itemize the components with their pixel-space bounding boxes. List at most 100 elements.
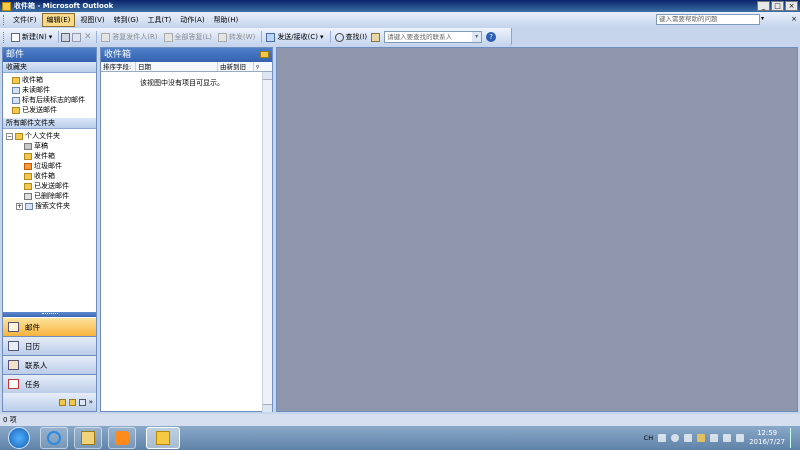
- maximize-icon[interactable]: □: [771, 1, 784, 11]
- find-contact-input[interactable]: 请键入要查找的联系人 ▾: [384, 31, 483, 43]
- clock-time: 12:59: [756, 429, 778, 437]
- taskbar-ie[interactable]: [40, 427, 68, 449]
- find-button-label: 查找(I): [345, 33, 368, 41]
- taskbar-explorer[interactable]: [74, 427, 102, 449]
- scroll-up-icon[interactable]: [263, 72, 272, 80]
- favorite-unread[interactable]: 未读邮件: [12, 85, 96, 95]
- folder-search[interactable]: + 搜索文件夹: [6, 201, 96, 211]
- sort-order-column[interactable]: 由新到旧: [218, 62, 254, 71]
- favorite-sent[interactable]: 已发送邮件: [12, 105, 96, 115]
- help-dropdown-icon[interactable]: ▾: [761, 15, 764, 22]
- title-bar: 收件箱 - Microsoft Outlook _ □ ×: [0, 0, 800, 12]
- taskbar-media-player[interactable]: [108, 427, 136, 449]
- folder-personal[interactable]: − 个人文件夹: [6, 131, 96, 141]
- status-bar: 0 项: [0, 414, 800, 426]
- deleted-folder-icon: [24, 192, 32, 200]
- folder-sent[interactable]: 已发送邮件: [6, 181, 96, 191]
- window-title: 收件箱 - Microsoft Outlook: [14, 2, 114, 10]
- delete-icon[interactable]: ✕: [83, 32, 92, 42]
- move-to-folder-icon[interactable]: [72, 32, 82, 42]
- folder-outbox[interactable]: 发件箱: [6, 151, 96, 161]
- inbox-header: 收件箱: [101, 48, 272, 62]
- menu-actions[interactable]: 动作(A): [176, 14, 208, 26]
- list-scrollbar[interactable]: [262, 72, 272, 412]
- filter-icon[interactable]: ▿: [254, 62, 264, 71]
- nav-calendar-button[interactable]: 日历: [3, 337, 96, 356]
- send-receive-button[interactable]: 发送/接收(C) ▾: [264, 30, 325, 44]
- notes-icon[interactable]: [58, 398, 66, 406]
- sent-folder-icon: [12, 106, 20, 114]
- window-controls: _ □ ×: [757, 1, 798, 11]
- show-desktop-button[interactable]: [790, 428, 796, 448]
- new-dropdown-icon[interactable]: ▾: [49, 33, 53, 41]
- menu-grip[interactable]: [3, 15, 6, 25]
- network-icon[interactable]: [723, 434, 732, 442]
- nav-mail-button[interactable]: 邮件: [3, 318, 96, 337]
- close-icon[interactable]: ×: [785, 1, 798, 11]
- forward-button[interactable]: 转发(W): [216, 30, 257, 44]
- windows-taskbar: CH 12:59 2016/7/27: [0, 426, 800, 450]
- favorite-inbox[interactable]: 收件箱: [12, 75, 96, 85]
- menu-help[interactable]: 帮助(H): [210, 14, 243, 26]
- new-button-label: 新建(N): [22, 33, 47, 41]
- nav-tasks-button[interactable]: 任务: [3, 375, 96, 394]
- minimize-icon[interactable]: _: [757, 1, 770, 11]
- reply-button[interactable]: 答复发件人(R): [99, 30, 159, 44]
- contact-dropdown-icon[interactable]: ▾: [472, 32, 482, 42]
- folder-inbox[interactable]: 收件箱: [6, 171, 96, 181]
- sort-date-column[interactable]: 日期: [136, 62, 218, 71]
- print-icon[interactable]: [61, 32, 71, 42]
- help-question-input[interactable]: 键入需要帮助的问题: [656, 14, 760, 25]
- favorites-header: 收藏夹: [3, 62, 96, 73]
- menu-go[interactable]: 转到(G): [110, 14, 143, 26]
- reply-all-button[interactable]: 全部答复(L): [162, 30, 214, 44]
- help-icon[interactable]: ?: [486, 32, 497, 42]
- menu-file[interactable]: 文件(F): [9, 14, 41, 26]
- drafts-folder-icon: [24, 142, 32, 150]
- folder-junk[interactable]: 垃圾邮件: [6, 161, 96, 171]
- expand-icon[interactable]: +: [16, 202, 23, 210]
- menu-view[interactable]: 视图(V): [76, 14, 108, 26]
- outlook-icon: [156, 431, 170, 445]
- menu-close-icon[interactable]: ×: [791, 15, 797, 23]
- tray-box-icon[interactable]: [697, 434, 706, 442]
- folder-deleted[interactable]: 已删除邮件: [6, 191, 96, 201]
- toolbar-separator: [58, 31, 60, 43]
- flag-icon[interactable]: [710, 434, 719, 442]
- configure-buttons-icon[interactable]: »: [89, 398, 93, 406]
- toolbar-separator: [96, 31, 98, 43]
- tray-dots-icon[interactable]: [684, 434, 693, 442]
- start-button[interactable]: [8, 427, 30, 449]
- scroll-down-icon[interactable]: [263, 404, 272, 412]
- all-folders-header: 所有邮件文件夹: [3, 118, 96, 129]
- find-button[interactable]: 查找(I): [333, 30, 370, 44]
- forward-button-label: 转发(W): [228, 33, 256, 41]
- media-player-icon: [115, 431, 129, 445]
- folder-drafts[interactable]: 草稿: [6, 141, 96, 151]
- tray-help-icon[interactable]: [671, 434, 680, 442]
- input-language[interactable]: CH: [644, 434, 653, 442]
- tray-keyboard-icon[interactable]: [658, 434, 667, 442]
- new-mail-icon: [11, 32, 20, 42]
- personal-folders-icon: [15, 132, 23, 140]
- system-clock[interactable]: 12:59 2016/7/27: [749, 429, 785, 447]
- nav-contacts-button[interactable]: 联系人: [3, 356, 96, 375]
- send-receive-dropdown-icon[interactable]: ▾: [320, 33, 324, 41]
- menu-tools[interactable]: 工具(T): [144, 14, 176, 26]
- toolbar-grip[interactable]: [3, 31, 6, 43]
- collapse-icon[interactable]: −: [6, 132, 13, 140]
- taskbar-outlook[interactable]: [146, 427, 180, 449]
- menu-edit[interactable]: 编辑(E): [41, 13, 76, 27]
- forward-icon: [217, 32, 227, 42]
- folder-list-icon[interactable]: [68, 398, 76, 406]
- volume-icon[interactable]: [736, 434, 745, 442]
- mail-icon: [8, 322, 19, 332]
- navigation-pane: 邮件 收藏夹 收件箱 未读邮件 标有后续标志的邮件 已发送邮件 所有邮件文件夹 …: [2, 47, 97, 412]
- address-book-icon[interactable]: [371, 32, 381, 42]
- shortcuts-icon[interactable]: [78, 398, 86, 406]
- new-button[interactable]: 新建(N) ▾: [9, 30, 54, 44]
- system-tray: CH 12:59 2016/7/27: [644, 428, 796, 448]
- favorite-flagged[interactable]: 标有后续标志的邮件: [12, 95, 96, 105]
- clock-date: 2016/7/27: [749, 438, 785, 446]
- nav-pane-splitter[interactable]: [3, 312, 96, 317]
